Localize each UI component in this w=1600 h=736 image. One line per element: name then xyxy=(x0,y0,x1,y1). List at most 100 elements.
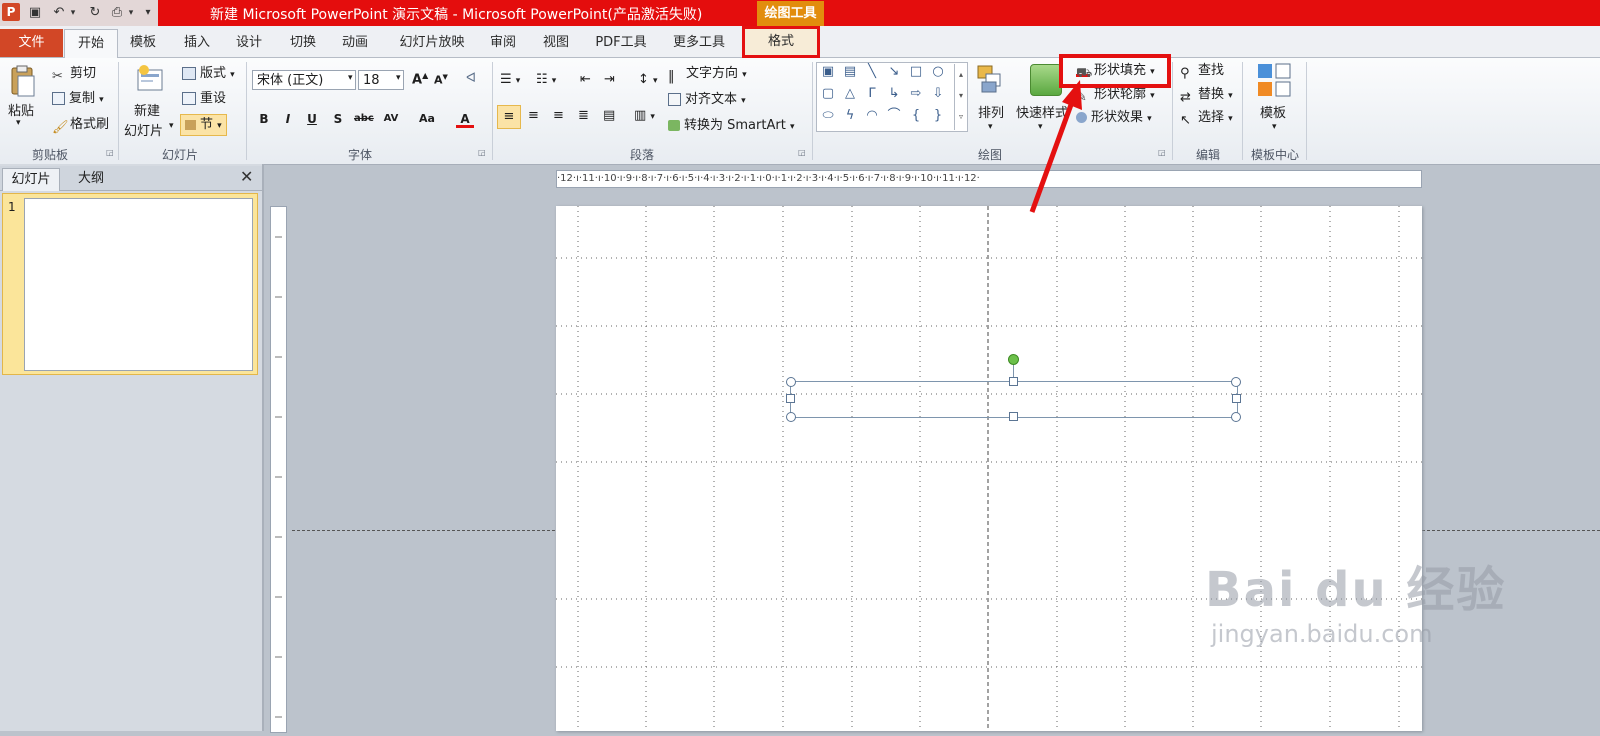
quick-print-icon[interactable]: ⎙ xyxy=(108,4,126,22)
clipboard-launcher-icon[interactable]: ◲ xyxy=(106,148,114,157)
curve-shape-icon[interactable]: ⌒ xyxy=(886,108,902,124)
paste-icon[interactable] xyxy=(8,64,36,98)
columns-icon[interactable]: ▥ ▾ xyxy=(634,108,655,123)
paragraph-launcher-icon[interactable]: ◲ xyxy=(798,148,806,157)
align-right-icon[interactable]: ≡ xyxy=(553,108,564,123)
resize-handle-top-left[interactable] xyxy=(786,377,796,387)
justify-icon[interactable]: ≣ xyxy=(578,108,589,123)
clear-format-icon[interactable]: ᐊ xyxy=(466,71,476,86)
font-size-dropdown-icon[interactable]: ▾ xyxy=(396,73,401,83)
template-dropdown-icon[interactable]: ▾ xyxy=(1272,122,1277,132)
undo-dropdown-icon[interactable]: ▾ xyxy=(68,4,78,22)
numbering-icon[interactable]: ☷ ▾ xyxy=(536,72,556,87)
char-spacing-icon[interactable]: AV xyxy=(382,110,400,128)
powerpoint-logo-icon[interactable]: P xyxy=(2,3,20,21)
resize-handle-left[interactable] xyxy=(786,394,795,403)
align-center-icon[interactable]: ≡ xyxy=(528,108,539,123)
strikethrough-icon[interactable]: abc xyxy=(354,110,374,128)
elbow-arrow-shape-icon[interactable]: ↳ xyxy=(886,86,902,102)
arrange-icon[interactable] xyxy=(976,64,1004,94)
resize-handle-bottom[interactable] xyxy=(1009,412,1018,421)
resize-handle-right[interactable] xyxy=(1232,394,1241,403)
tab-animations[interactable]: 动画 xyxy=(334,29,376,57)
tab-pdf-tools[interactable]: PDF工具 xyxy=(588,29,654,57)
italic-icon[interactable]: I xyxy=(279,110,297,128)
template-button[interactable]: 模板 xyxy=(1260,102,1286,121)
new-slide-dropdown-icon[interactable]: ▾ xyxy=(169,121,174,131)
arrange-dropdown-icon[interactable]: ▾ xyxy=(988,122,993,132)
tab-outline-panel[interactable]: 大纲 xyxy=(62,168,120,190)
align-text-button[interactable]: 对齐文本 ▾ xyxy=(668,90,746,110)
template-icon[interactable] xyxy=(1256,62,1292,98)
vertical-text-box-shape-icon[interactable]: ▤ xyxy=(842,64,858,80)
distributed-icon[interactable]: ▤ xyxy=(603,108,615,123)
reset-button[interactable]: 重设 xyxy=(182,89,226,109)
font-name-combobox[interactable]: 宋体 (正文) xyxy=(252,70,356,90)
triangle-shape-icon[interactable]: △ xyxy=(842,86,858,102)
resize-handle-top-right[interactable] xyxy=(1231,377,1241,387)
customize-toolbar-icon[interactable]: ▾ xyxy=(142,4,154,22)
grow-font-icon[interactable]: A▲ xyxy=(412,71,428,87)
slide-thumbnail[interactable] xyxy=(24,198,253,371)
smartart-button[interactable]: 转换为 SmartArt ▾ xyxy=(668,116,794,136)
cut-button[interactable]: ✂ 剪切 xyxy=(52,64,96,84)
right-arrow-shape-icon[interactable]: ⇨ xyxy=(908,86,924,102)
change-case-icon[interactable]: Aa xyxy=(416,110,438,128)
undo-icon[interactable]: ↶ xyxy=(50,4,68,22)
tab-transitions[interactable]: 切换 xyxy=(282,29,324,57)
bold-icon[interactable]: B xyxy=(255,110,273,128)
rotation-handle[interactable] xyxy=(1008,354,1019,365)
text-box-shape-icon[interactable]: ▣ xyxy=(820,64,836,80)
new-slide-label-1[interactable]: 新建 xyxy=(134,100,160,119)
rectangle-shape-icon[interactable]: □ xyxy=(908,64,924,80)
shrink-font-icon[interactable]: A▼ xyxy=(434,73,448,87)
find-button[interactable]: ⚲ 查找 xyxy=(1180,61,1224,81)
gallery-scroll[interactable]: ▴ ▾ ▿ xyxy=(954,64,967,130)
tab-file[interactable]: 文件 xyxy=(0,29,63,57)
decrease-indent-icon[interactable]: ⇤ xyxy=(580,72,591,87)
resize-handle-top[interactable] xyxy=(1009,377,1018,386)
arc-shape-icon[interactable]: ◠ xyxy=(864,108,880,124)
replace-button[interactable]: ⇄ 替换 ▾ xyxy=(1180,85,1233,105)
increase-indent-icon[interactable]: ⇥ xyxy=(604,72,615,87)
tab-insert[interactable]: 插入 xyxy=(176,29,218,57)
layout-button[interactable]: 版式 ▾ xyxy=(182,64,235,84)
arrange-button[interactable]: 排列 xyxy=(978,102,1004,121)
format-painter-button[interactable]: 🖌格式刷 xyxy=(52,115,109,135)
tab-slideshow[interactable]: 幻灯片放映 xyxy=(390,29,474,57)
align-left-icon[interactable]: ≡ xyxy=(497,105,521,129)
section-button[interactable]: 节 ▾ xyxy=(180,114,227,136)
resize-handle-bottom-right[interactable] xyxy=(1231,412,1241,422)
shadow-icon[interactable]: S xyxy=(329,110,347,128)
redo-icon[interactable]: ↻ xyxy=(86,4,104,22)
paste-button[interactable]: 粘贴 xyxy=(8,100,34,119)
underline-icon[interactable]: U xyxy=(303,110,321,128)
flowchart-shape-icon[interactable]: ⬭ xyxy=(820,108,836,124)
tab-more-tools[interactable]: 更多工具 xyxy=(666,29,732,57)
panel-splitter[interactable] xyxy=(262,164,264,731)
line-shape-icon[interactable]: ╲ xyxy=(864,64,880,80)
line-spacing-icon[interactable]: ↕ ▾ xyxy=(638,72,658,87)
text-direction-button[interactable]: ‖ 文字方向 ▾ xyxy=(668,64,747,84)
paste-dropdown-icon[interactable]: ▾ xyxy=(16,118,21,128)
left-brace-shape-icon[interactable]: { xyxy=(908,108,924,124)
select-button[interactable]: ↖ 选择 ▾ xyxy=(1180,108,1233,128)
tab-design[interactable]: 设计 xyxy=(228,29,270,57)
tab-review[interactable]: 审阅 xyxy=(482,29,524,57)
tab-template[interactable]: 模板 xyxy=(122,29,164,57)
right-brace-shape-icon[interactable]: } xyxy=(930,108,946,124)
close-panel-icon[interactable]: ✕ xyxy=(240,167,253,186)
new-slide-label-2[interactable]: 幻灯片 xyxy=(124,120,163,139)
tab-view[interactable]: 视图 xyxy=(535,29,577,57)
tab-slides-panel[interactable]: 幻灯片 xyxy=(2,168,60,191)
copy-button[interactable]: 复制 ▾ xyxy=(52,89,104,109)
bullets-icon[interactable]: ☰ ▾ xyxy=(500,72,520,87)
elbow-connector-shape-icon[interactable]: ᒥ xyxy=(864,86,880,102)
font-name-dropdown-icon[interactable]: ▾ xyxy=(348,73,353,83)
tab-home[interactable]: 开始 xyxy=(64,29,118,58)
font-launcher-icon[interactable]: ◲ xyxy=(478,148,486,157)
print-dropdown-icon[interactable]: ▾ xyxy=(126,4,136,22)
lightning-shape-icon[interactable]: ϟ xyxy=(842,108,858,124)
font-color-icon[interactable]: A xyxy=(456,110,474,128)
slide-canvas[interactable] xyxy=(556,206,1422,731)
